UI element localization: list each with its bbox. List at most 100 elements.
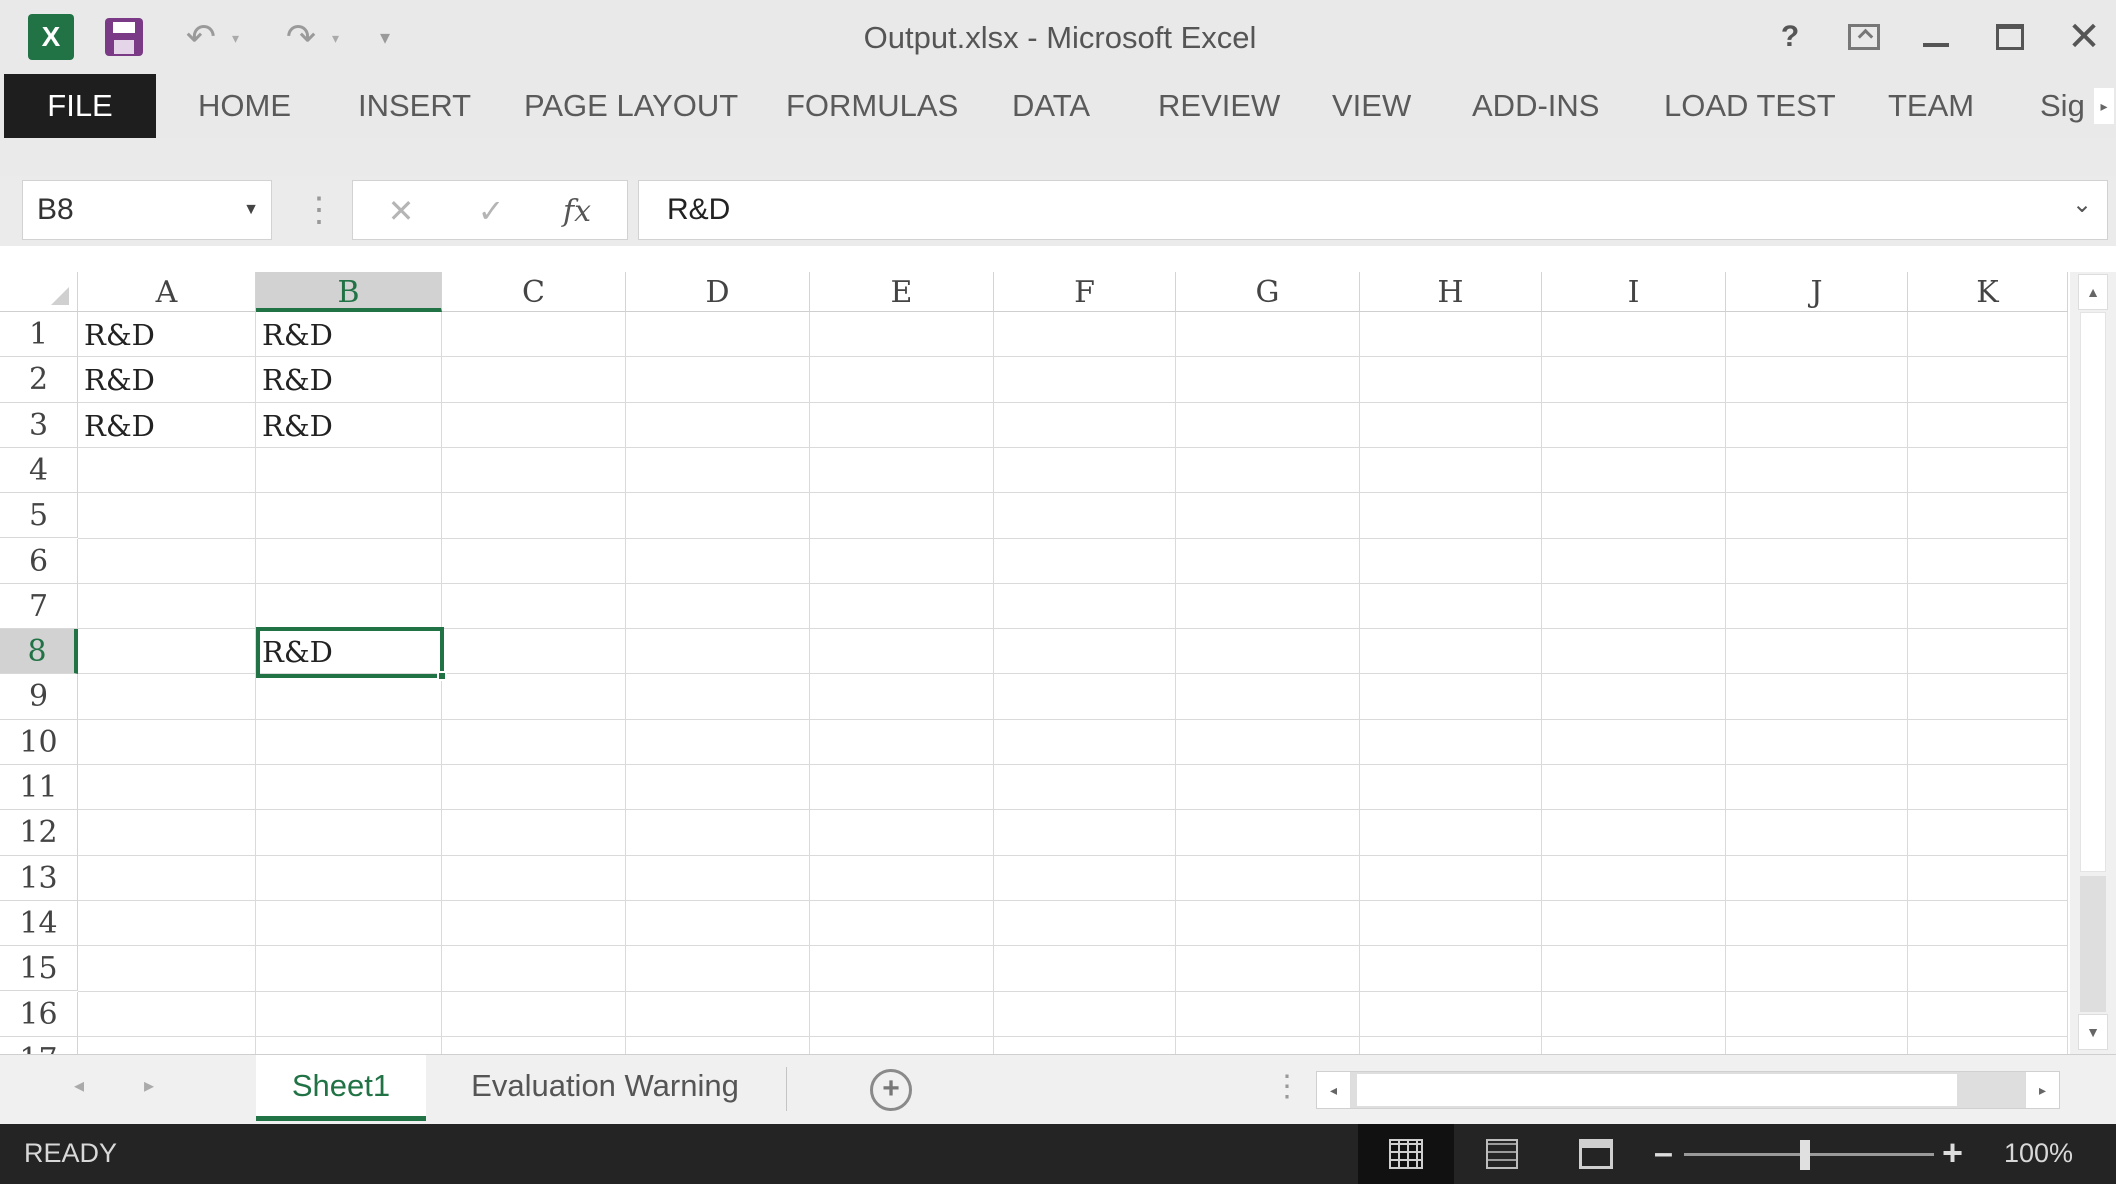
sign-in-link[interactable]: Sign in: [2040, 86, 2086, 126]
insert-function-button[interactable]: fx: [555, 189, 599, 233]
formula-bar-resize-handle[interactable]: ⋮: [302, 190, 336, 230]
column-header-b[interactable]: B: [256, 272, 442, 312]
column-header-c[interactable]: C: [442, 272, 626, 312]
horizontal-scroll-thumb[interactable]: [1357, 1074, 1957, 1106]
sheet-tab-evaluation-warning[interactable]: Evaluation Warning: [440, 1055, 770, 1121]
row-header-12[interactable]: 12: [0, 810, 78, 856]
page-break-preview-button[interactable]: [1556, 1124, 1636, 1184]
maximize-button[interactable]: [1982, 14, 2038, 60]
row-header-7[interactable]: 7: [0, 583, 78, 630]
row-header-17[interactable]: 17: [0, 1036, 78, 1054]
column-header-f[interactable]: F: [994, 272, 1176, 312]
tab-add-ins[interactable]: ADD-INS: [1472, 86, 1599, 126]
close-button[interactable]: ✕: [2056, 14, 2112, 60]
redo-button[interactable]: ↷: [276, 14, 326, 60]
select-all-corner[interactable]: [0, 272, 78, 312]
scroll-up-icon[interactable]: ▲: [2078, 274, 2108, 310]
column-header-j[interactable]: J: [1726, 272, 1908, 312]
tab-view[interactable]: VIEW: [1332, 86, 1411, 126]
active-cell-outline[interactable]: [256, 627, 447, 681]
row-header-10[interactable]: 10: [0, 719, 78, 765]
name-box[interactable]: B8 ▼: [22, 180, 272, 240]
zoom-slider-thumb[interactable]: [1800, 1140, 1810, 1170]
redo-dropdown-icon[interactable]: ▾: [332, 30, 339, 47]
fill-handle[interactable]: [437, 671, 447, 681]
tab-home[interactable]: HOME: [198, 86, 291, 126]
column-header-h[interactable]: H: [1360, 272, 1542, 312]
tab-insert[interactable]: INSERT: [358, 86, 471, 126]
vertical-scroll-thumb[interactable]: [2080, 312, 2106, 872]
next-sheet-icon[interactable]: ▸: [144, 1073, 154, 1098]
sheet-tab-sheet1[interactable]: Sheet1: [256, 1055, 426, 1121]
row-gridline: [78, 1035, 2068, 1037]
excel-logo-icon[interactable]: X: [28, 14, 74, 60]
column-header-k[interactable]: K: [1908, 272, 2068, 312]
column-header-d[interactable]: D: [626, 272, 810, 312]
column-header-i[interactable]: I: [1542, 272, 1726, 312]
tab-data[interactable]: DATA: [1012, 86, 1090, 126]
row-header-2[interactable]: 2: [0, 357, 78, 403]
sheet-top-gap: [0, 246, 2116, 272]
customize-qat-dropdown-icon[interactable]: ▾: [372, 14, 398, 60]
cell-a1[interactable]: R&D: [78, 312, 258, 356]
page-layout-view-button[interactable]: [1462, 1124, 1542, 1184]
cell-b1[interactable]: R&D: [256, 312, 436, 356]
cell-a3[interactable]: R&D: [78, 403, 258, 447]
prev-sheet-icon[interactable]: ◂: [74, 1073, 84, 1098]
column-header-e[interactable]: E: [810, 272, 994, 312]
row-header-4[interactable]: 4: [0, 447, 78, 494]
cell-a2[interactable]: R&D: [78, 357, 258, 401]
row-header-13[interactable]: 13: [0, 855, 78, 901]
row-header-8[interactable]: 8: [0, 629, 78, 675]
zoom-out-button[interactable]: –: [1654, 1134, 1673, 1173]
scroll-right-icon[interactable]: ▸: [2025, 1072, 2059, 1108]
confirm-entry-icon[interactable]: ✓: [469, 189, 513, 233]
tab-formulas[interactable]: FORMULAS: [786, 86, 958, 126]
zoom-in-button[interactable]: +: [1942, 1132, 1963, 1174]
column-header-a[interactable]: A: [78, 272, 256, 312]
column-header-g[interactable]: G: [1176, 272, 1360, 312]
cancel-entry-icon[interactable]: ✕: [379, 189, 423, 233]
tab-load-test[interactable]: LOAD TEST: [1664, 86, 1836, 126]
horizontal-scrollbar[interactable]: ◂ ▸: [1316, 1071, 2060, 1109]
vertical-scrollbar[interactable]: ▲ ▼: [2070, 272, 2116, 1054]
new-sheet-button[interactable]: +: [870, 1069, 912, 1111]
window-title: Output.xlsx - Microsoft Excel: [863, 20, 1257, 55]
help-button[interactable]: ?: [1762, 14, 1818, 60]
undo-button[interactable]: ↶: [176, 14, 226, 60]
tab-file[interactable]: FILE: [4, 74, 156, 138]
vertical-scroll-track[interactable]: [2080, 876, 2106, 1012]
tab-split-handle[interactable]: ⋮: [1272, 1069, 1302, 1104]
undo-dropdown-icon[interactable]: ▾: [232, 30, 239, 47]
ribbon-scroll-right-icon[interactable]: ▸: [2094, 88, 2114, 124]
row-header-16[interactable]: 16: [0, 991, 78, 1037]
row-header-11[interactable]: 11: [0, 765, 78, 811]
row-header-3[interactable]: 3: [0, 402, 78, 448]
row-header-14[interactable]: 14: [0, 900, 78, 947]
tab-team[interactable]: TEAM: [1888, 86, 1974, 126]
name-box-dropdown-icon[interactable]: ▼: [243, 181, 259, 239]
row-header-15[interactable]: 15: [0, 946, 78, 992]
sheet-tab-bar: ◂ ▸ Sheet1 Evaluation Warning + ⋮ ◂ ▸: [0, 1054, 2116, 1124]
zoom-level[interactable]: 100%: [2004, 1138, 2073, 1169]
scroll-left-icon[interactable]: ◂: [1317, 1072, 1351, 1108]
row-header-1[interactable]: 1: [0, 312, 78, 358]
row-gridline: [78, 899, 2068, 901]
row-header-6[interactable]: 6: [0, 538, 78, 584]
normal-view-button[interactable]: [1358, 1124, 1454, 1184]
minimize-icon: [1923, 43, 1949, 47]
tab-page-layout[interactable]: PAGE LAYOUT: [524, 86, 738, 126]
row-header-9[interactable]: 9: [0, 674, 78, 720]
row-header-5[interactable]: 5: [0, 493, 78, 539]
column-gridline: [1725, 312, 1726, 1054]
cell-b2[interactable]: R&D: [256, 357, 436, 401]
ribbon-display-options-button[interactable]: [1836, 14, 1892, 60]
scroll-down-icon[interactable]: ▼: [2078, 1014, 2108, 1050]
cell-b3[interactable]: R&D: [256, 403, 436, 447]
tab-review[interactable]: REVIEW: [1158, 86, 1280, 126]
formula-input[interactable]: R&D: [638, 180, 2108, 240]
minimize-button[interactable]: [1908, 14, 1964, 60]
save-button[interactable]: [102, 14, 146, 60]
expand-formula-bar-icon[interactable]: ⌄: [2072, 190, 2092, 219]
worksheet-grid[interactable]: ABCDEFGHIJK1234567891011121314151617R&DR…: [0, 272, 2068, 1054]
